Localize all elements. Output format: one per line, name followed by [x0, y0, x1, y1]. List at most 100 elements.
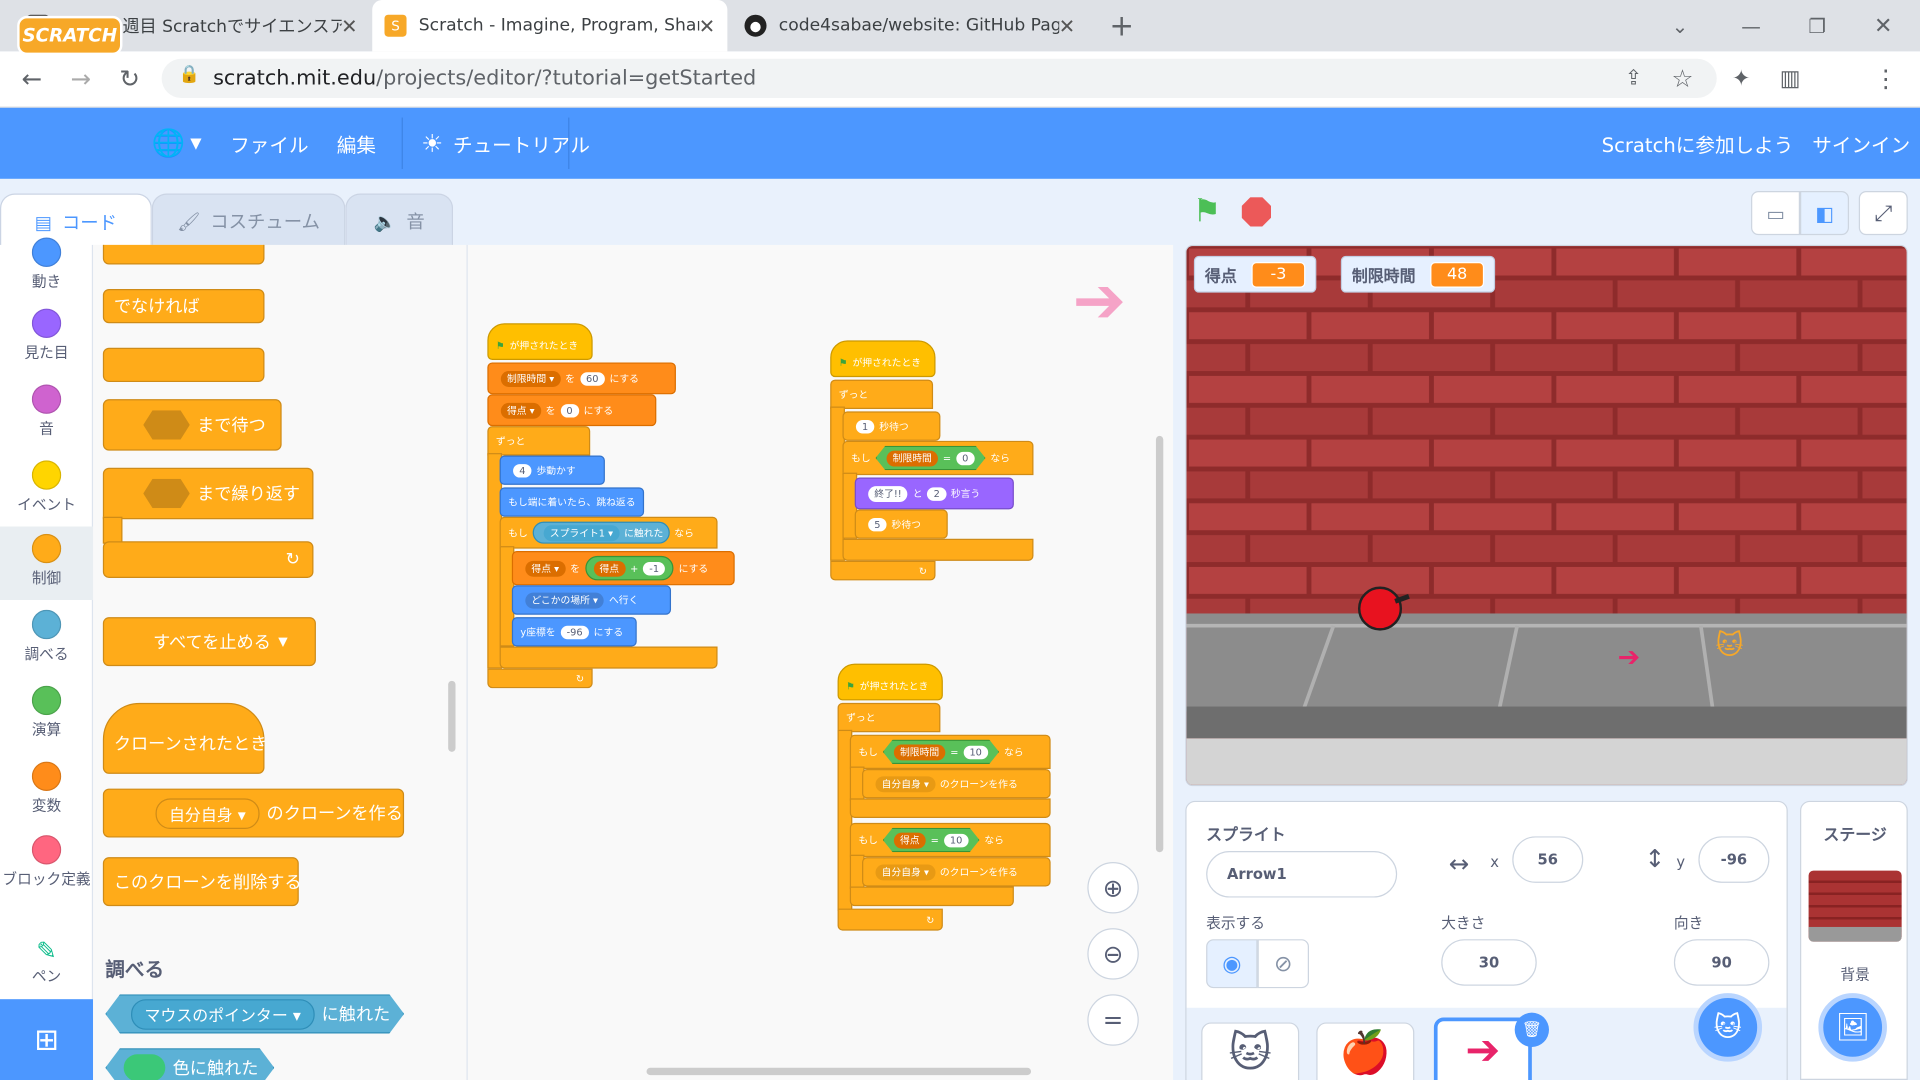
bounce-block[interactable]: もし端に着いたら、跳ね返る [499, 487, 645, 517]
goto-block[interactable]: どこかの場所 ▾ へ行く [511, 585, 672, 615]
palette-scrollbar[interactable] [448, 680, 456, 752]
forever-block[interactable]: ずっと [487, 426, 591, 456]
value-input[interactable]: 10 [963, 745, 988, 758]
else-block[interactable]: でなければ [102, 288, 265, 324]
value-input[interactable]: 10 [944, 833, 969, 846]
browser-tab-3[interactable]: ● code4sabae/website: GitHub Pag ✕ [732, 0, 1087, 51]
green-flag-button[interactable]: ⚑ [1193, 193, 1222, 230]
when-flag-clicked-hat[interactable]: ⚑ が押されたとき [837, 663, 943, 701]
if-score-ten-block[interactable]: もし 得点 = 10 なら [849, 822, 1051, 858]
category-motion[interactable]: 動き [0, 237, 93, 292]
wait-until-block[interactable]: まで待つ [102, 399, 282, 451]
value-input[interactable]: 2 [927, 486, 946, 501]
add-operator[interactable]: 得点 + -1 [584, 555, 674, 581]
browser-tab-2[interactable]: S Scratch - Imagine, Program, Shar ✕ [372, 0, 728, 52]
language-globe-icon[interactable]: 🌐 ▼ [152, 108, 202, 179]
close-tab-icon[interactable]: ✕ [1059, 14, 1075, 37]
score-reporter[interactable]: 得点 [593, 560, 626, 577]
zoom-in-button[interactable]: ⊕ [1087, 862, 1139, 914]
delete-clone-block[interactable]: このクローンを削除する [102, 857, 302, 907]
tab-search-icon[interactable]: ⌄ [1663, 9, 1697, 43]
back-icon[interactable]: ← [15, 61, 49, 95]
stop-button[interactable] [1241, 197, 1272, 227]
join-scratch-link[interactable]: Scratchに参加しよう [1602, 108, 1794, 179]
category-variables[interactable]: 変数 [0, 761, 93, 816]
forward-icon[interactable]: → [64, 61, 98, 95]
menu-edit[interactable]: 編集 [337, 108, 376, 179]
value-input[interactable]: 1 [855, 419, 875, 433]
create-clone-block[interactable]: 自分自身 ▾ のクローンを作る [862, 768, 1051, 799]
variable-dropdown[interactable]: 制限時間 ▾ [500, 370, 561, 387]
forever-block[interactable]: ずっと [830, 379, 934, 409]
when-flag-clicked-hat[interactable]: ⚑ が押されたとき [487, 323, 593, 361]
category-operators[interactable]: 演算 [0, 685, 93, 740]
delete-sprite-button[interactable]: 🗑 [1514, 1012, 1549, 1047]
bookmark-star-icon[interactable]: ☆ [1665, 61, 1699, 95]
touching-color-block[interactable]: 色に触れた [105, 1048, 274, 1080]
tab-sounds[interactable]: 🔈 音 [345, 193, 454, 248]
sprite-thumb-apple[interactable]: 🍎 [1316, 1022, 1415, 1080]
minimize-icon[interactable]: — [1734, 9, 1768, 43]
wait-block[interactable]: 1 秒待つ [842, 411, 941, 441]
category-looks[interactable]: 見た目 [0, 308, 93, 363]
zoom-reset-button[interactable]: = [1087, 994, 1139, 1046]
clone-dropdown[interactable]: 自分自身 ▾ [875, 775, 935, 792]
equals-operator[interactable]: 得点 = 10 [883, 828, 980, 852]
category-events[interactable]: イベント [0, 460, 93, 514]
url-field[interactable]: 🔒 scratch.mit.edu/projects/editor/?tutor… [161, 58, 1717, 98]
y-input[interactable]: -96 [1698, 836, 1770, 883]
value-input[interactable]: 0 [956, 451, 974, 464]
new-tab-icon[interactable]: + [1104, 9, 1138, 43]
if-time-ten-block[interactable]: もし 制限時間 = 10 なら [849, 734, 1051, 769]
variable-dropdown[interactable]: 得点 ▾ [525, 560, 566, 577]
when-clone-block[interactable]: クローンされたとき [102, 702, 267, 774]
say-for-block[interactable]: 終了!! と 2 秒言う [854, 477, 1014, 510]
create-clone-block[interactable]: 自分自身 ▾ のクローンを作る [102, 788, 405, 838]
category-control[interactable]: 制御 [0, 526, 94, 601]
small-stage-button[interactable]: ▭ [1751, 191, 1801, 236]
value-input[interactable]: -96 [560, 625, 589, 639]
score-reporter[interactable]: 得点 [894, 832, 926, 848]
code-vertical-scrollbar[interactable] [1155, 435, 1164, 853]
tab-costumes[interactable]: 🖌 コスチューム [151, 193, 346, 248]
fullscreen-button[interactable]: ⤢ [1858, 191, 1908, 236]
equals-operator[interactable]: 制限時間 = 0 [876, 446, 986, 470]
restore-icon[interactable]: ❐ [1800, 9, 1834, 43]
text-input[interactable]: 終了!! [868, 485, 908, 502]
cat-sprite[interactable]: 🐱 [1716, 632, 1744, 660]
if-time-zero-block[interactable]: もし 制限時間 = 0 なら [842, 440, 1034, 476]
sprite-thumb-cat[interactable]: 🐱 [1201, 1022, 1300, 1080]
close-tab-icon[interactable]: ✕ [699, 14, 715, 37]
backdrop-thumb[interactable] [1808, 870, 1902, 942]
value-input[interactable]: 0 [560, 403, 579, 417]
size-input[interactable]: 30 [1441, 939, 1537, 986]
stop-all-block[interactable]: すべてを止める ▼ [102, 617, 316, 667]
add-extension-button[interactable]: ⊞ [0, 999, 94, 1080]
time-reporter[interactable]: 制限時間 [887, 450, 938, 466]
variable-dropdown[interactable]: 得点 ▾ [500, 402, 541, 419]
wait-block[interactable]: 5 秒待つ [854, 509, 948, 539]
apple-sprite[interactable] [1357, 586, 1403, 631]
if-else-block-top[interactable] [102, 244, 265, 265]
equals-operator[interactable]: 制限時間 = 10 [883, 740, 999, 764]
time-monitor[interactable]: 制限時間 48 [1340, 255, 1496, 293]
sprite-dropdown[interactable]: スプライト1 ▾ [543, 524, 620, 541]
move-block[interactable]: 4 歩動かす [499, 455, 605, 485]
touching-condition[interactable]: スプライト1 ▾ に触れた [532, 521, 670, 544]
code-horizontal-scrollbar[interactable] [646, 1067, 1032, 1076]
choose-sprite-button[interactable]: 🐱 [1693, 993, 1763, 1062]
clone-dropdown[interactable]: 自分自身 ▾ [875, 863, 935, 880]
value-input[interactable]: 60 [579, 371, 605, 386]
close-tab-icon[interactable]: ✕ [341, 14, 357, 37]
menu-file[interactable]: ファイル [230, 108, 308, 179]
color-swatch[interactable] [124, 1054, 166, 1080]
score-monitor[interactable]: 得点 -3 [1193, 255, 1317, 293]
extensions-icon[interactable]: ✦ [1724, 61, 1758, 95]
when-flag-clicked-hat[interactable]: ⚑ が押されたとき [830, 340, 936, 378]
time-reporter[interactable]: 制限時間 [894, 744, 945, 760]
category-my-blocks[interactable]: ブロック定義 [0, 835, 93, 889]
x-input[interactable]: 56 [1512, 836, 1584, 883]
change-score-block[interactable]: 得点 ▾ を 得点 + -1 にする [511, 551, 735, 586]
sign-in-link[interactable]: サインイン [1812, 108, 1910, 179]
touching-block[interactable]: マウスのポインター ▾ に触れた [105, 994, 404, 1033]
